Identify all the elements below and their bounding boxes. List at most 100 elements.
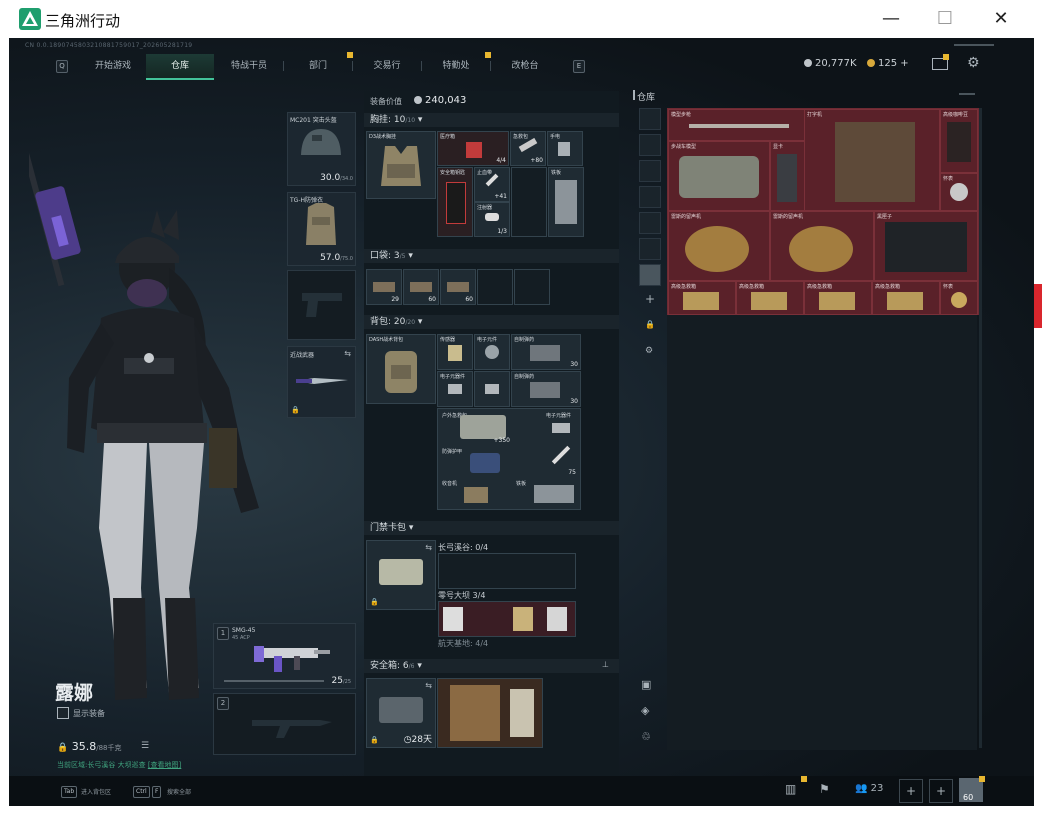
backpack-item[interactable]: 铁板: [514, 479, 578, 507]
storage-item[interactable]: 打字机: [804, 109, 940, 211]
stats-icon[interactable]: ▥: [785, 782, 796, 796]
chest-empty-cell[interactable]: [511, 167, 547, 237]
tab-start-game[interactable]: 开始游戏: [79, 54, 147, 78]
backpack-item-label: 自制弹药: [514, 337, 535, 343]
sidebar-lock-icon[interactable]: [639, 108, 661, 130]
tab-warehouse[interactable]: 仓库: [146, 54, 214, 80]
storage-item[interactable]: 高级咖啡豆: [940, 109, 978, 173]
backpack-large-area[interactable]: 户外急救包 +350 电子元器件 防弹护甲 75 收音机 铁板: [437, 408, 581, 510]
storage-empty-area[interactable]: [667, 315, 977, 750]
backpack-item[interactable]: 自制弹药 30: [511, 371, 581, 407]
keycase-slot[interactable]: ⇆ 🔒: [366, 540, 436, 610]
minimize-icon[interactable]: —: [877, 6, 905, 32]
pocket-item[interactable]: 60: [440, 269, 476, 305]
add-currency-button[interactable]: +: [900, 58, 908, 69]
nav-next-key[interactable]: E: [573, 60, 585, 73]
primary-weapon-slot[interactable]: 1 SMG-45 45 ACP 25/25: [213, 623, 356, 689]
chest-item[interactable]: 铁板: [548, 167, 584, 237]
backpack-slot[interactable]: DASH战术背包: [366, 334, 436, 404]
sidebar-add-icon[interactable]: +: [645, 292, 655, 306]
secondary-weapon-slot[interactable]: 2: [213, 693, 356, 755]
flag-icon[interactable]: ⚑: [819, 782, 830, 796]
backpack-item[interactable]: 收音机: [440, 479, 512, 507]
pocket-empty-cell[interactable]: [477, 269, 513, 305]
sidebar-filter-icon[interactable]: ♲: [641, 730, 651, 743]
chest-item[interactable]: 注射器 1/3: [474, 202, 510, 237]
keycase-row-1-cells[interactable]: [438, 553, 576, 589]
backpack-item[interactable]: [474, 371, 510, 407]
tab-special-service[interactable]: 特勤处: [422, 54, 490, 78]
safebox-slot[interactable]: ⇆ 🔒 ◷28天: [366, 678, 436, 748]
storage-item[interactable]: 高级急救箱: [872, 281, 940, 315]
sidebar-tab-icon[interactable]: [639, 238, 661, 260]
sidebar-sort-icon[interactable]: ▣: [641, 678, 651, 691]
sidebar-lock-small-icon[interactable]: 🔒: [645, 320, 655, 329]
storage-item[interactable]: 模型步枪: [668, 109, 805, 141]
chest-item[interactable]: 手电: [547, 131, 583, 166]
sidebar-tab-icon[interactable]: [639, 160, 661, 182]
pistol-slot-empty[interactable]: [287, 270, 356, 340]
close-icon[interactable]: ✕: [987, 6, 1015, 32]
swap-icon[interactable]: ⇆: [425, 681, 432, 690]
sidebar-tab-icon[interactable]: [639, 134, 661, 156]
sidebar-tab-icon-active[interactable]: [639, 264, 661, 286]
helmet-slot[interactable]: MC201 突击头盔 30.0/34.0: [287, 112, 356, 186]
sidebar-gear-icon[interactable]: ⚙: [645, 346, 653, 356]
sidebar-tab-icon[interactable]: [639, 186, 661, 208]
swap-icon[interactable]: ⇆: [425, 543, 432, 552]
melee-slot[interactable]: 近战武器 ⇆ 🔒: [287, 346, 356, 418]
maximize-icon[interactable]: ☐: [931, 6, 959, 32]
storage-item[interactable]: 高级急救箱: [804, 281, 872, 315]
pin-icon[interactable]: ⊥: [602, 660, 609, 669]
chest-item[interactable]: 医疗箱 4/4: [437, 131, 509, 166]
avatar-badge: [979, 776, 985, 782]
storage-item[interactable]: 黑匣子: [874, 211, 978, 281]
nav-prev-key[interactable]: Q: [56, 60, 68, 73]
sidebar-tab-icon[interactable]: [639, 212, 661, 234]
storage-item[interactable]: 怀表: [940, 281, 978, 315]
backpack-item[interactable]: 防弹护甲: [440, 447, 512, 477]
chest-item[interactable]: 急救包 +80: [510, 131, 546, 166]
hint-key-tab[interactable]: Tab: [61, 786, 78, 798]
chest-item[interactable]: 安全箱钥匙: [437, 167, 473, 237]
backpack-item[interactable]: 自制弹药 30: [511, 334, 581, 370]
sidebar-layers-icon[interactable]: ◈: [641, 704, 649, 717]
storage-item[interactable]: 高级急救箱: [736, 281, 804, 315]
backpack-item[interactable]: 电子元件: [474, 334, 510, 370]
storage-item[interactable]: 步战车模型: [668, 141, 770, 211]
friends-button[interactable]: 👥 23: [855, 783, 883, 794]
backpack-item[interactable]: 电子元器件: [544, 411, 578, 445]
armor-slot[interactable]: TG-H防弹衣 57.0/75.0: [287, 192, 356, 266]
storage-scrollbar[interactable]: [979, 108, 982, 748]
hint-key-f[interactable]: F: [152, 786, 162, 798]
tab-department[interactable]: 部门: [284, 54, 352, 78]
backpack-item[interactable]: 电子元器件: [437, 371, 473, 407]
show-gear-checkbox[interactable]: [57, 707, 69, 719]
swap-icon[interactable]: ⇆: [344, 349, 351, 358]
storage-item[interactable]: 雷斯的留声机: [770, 211, 874, 281]
tab-gunsmith[interactable]: 改枪台: [491, 54, 559, 78]
list-icon[interactable]: ☰: [141, 741, 149, 751]
settings-gear-icon[interactable]: ⚙: [967, 55, 980, 71]
backpack-item[interactable]: 75: [544, 445, 578, 477]
storage-item[interactable]: 显卡: [770, 141, 805, 211]
pocket-item[interactable]: 29: [366, 269, 402, 305]
backpack-item[interactable]: 传感器: [437, 334, 473, 370]
safebox-item[interactable]: [437, 678, 543, 748]
add-squad-slot-button[interactable]: +: [899, 779, 923, 803]
storage-item[interactable]: 高级急救箱: [668, 281, 736, 315]
tab-trade[interactable]: 交易行: [353, 54, 421, 78]
hint-key-ctrl[interactable]: Ctrl: [133, 786, 150, 798]
add-squad-slot-button[interactable]: +: [929, 779, 953, 803]
view-map-link[interactable]: [查看地图]: [148, 761, 181, 769]
keycase-row-2-cells[interactable]: [438, 601, 576, 637]
pocket-item[interactable]: 60: [403, 269, 439, 305]
storage-item[interactable]: 雷斯的留声机: [668, 211, 770, 281]
build-info: CN 0.0.1890745803210881759017_2026052817…: [25, 42, 193, 49]
first-aid-kit-item[interactable]: 户外急救包 +350: [440, 411, 512, 445]
tab-operators[interactable]: 特战干员: [215, 54, 283, 78]
chest-rig-slot[interactable]: D3战术胸挂: [366, 131, 436, 199]
chest-item[interactable]: 止血带 +41: [474, 167, 510, 202]
pocket-empty-cell[interactable]: [514, 269, 550, 305]
storage-item[interactable]: 怀表: [940, 173, 978, 211]
